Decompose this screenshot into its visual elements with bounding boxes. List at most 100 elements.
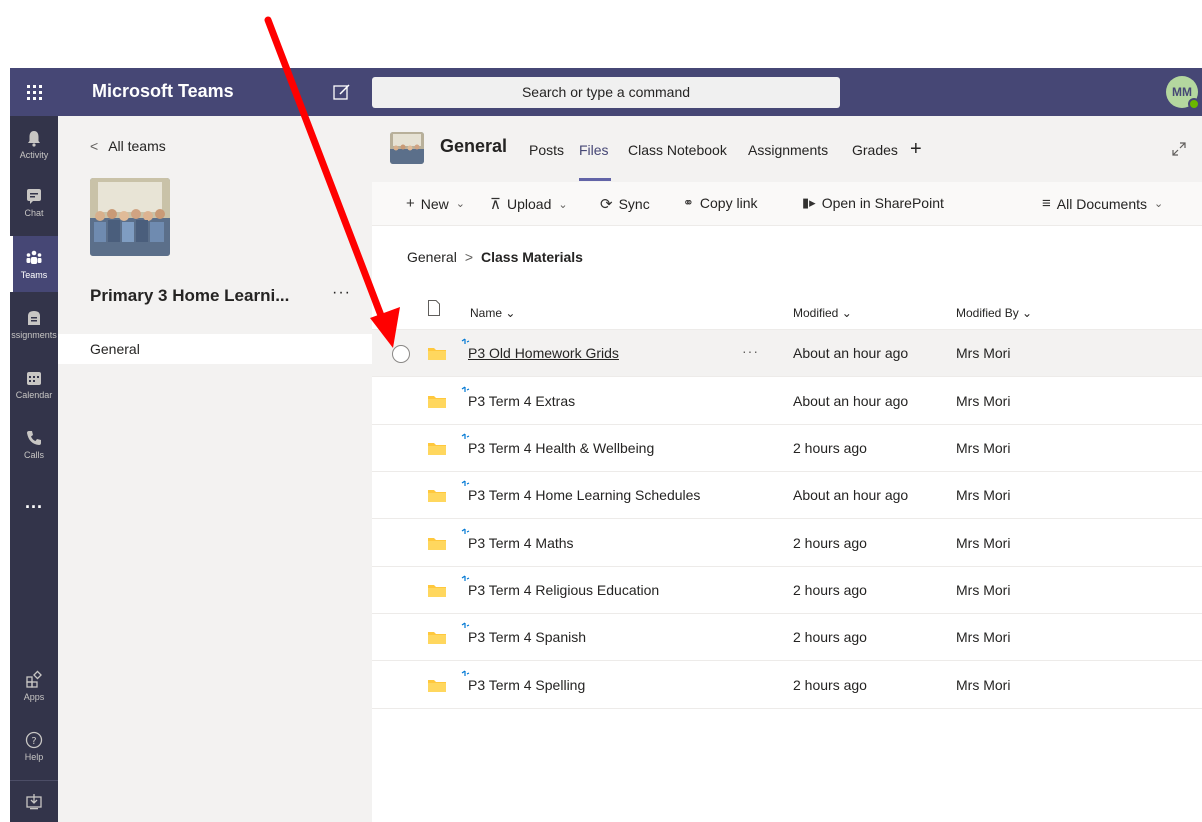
rail-label: Activity (19, 150, 49, 160)
channel-item-general[interactable]: General (58, 334, 372, 364)
assignments-icon (28, 311, 40, 325)
row-select-radio[interactable] (392, 345, 410, 363)
file-name[interactable]: P3 Term 4 Home Learning Schedules (468, 487, 700, 503)
calendar-icon (27, 372, 41, 385)
copy-link-button[interactable]: ⚭ Copy link (683, 195, 758, 211)
column-modified-label: Modified (793, 306, 839, 320)
rail-item-apps[interactable]: Apps (10, 658, 58, 714)
chat-icon (27, 189, 41, 204)
modified-by: Mrs Mori (956, 440, 1011, 456)
compose-icon[interactable] (332, 82, 352, 102)
rail-item-activity[interactable]: Activity (10, 116, 58, 172)
folder-icon (428, 443, 446, 455)
rail-item-teams[interactable]: Teams (10, 236, 58, 292)
sync-icon: ⟳ (600, 196, 613, 213)
table-row[interactable]: P3 Term 4 Religious Education 2 hours ag… (372, 567, 1202, 614)
table-row[interactable]: P3 Term 4 Spanish 2 hours ago Mrs Mori (372, 614, 1202, 661)
channel-thumbnail (390, 132, 424, 164)
rail-item-calendar[interactable]: Calendar (10, 356, 58, 412)
rail-label: Teams (20, 270, 48, 280)
file-name[interactable]: P3 Term 4 Religious Education (468, 582, 659, 598)
list-view-icon: ≡ (1042, 195, 1051, 212)
column-modified-by[interactable]: Modified By ⌄ (956, 306, 1032, 320)
folder-icon (428, 680, 446, 692)
new-button[interactable]: + New ⌄ (406, 195, 465, 212)
new-label: New (420, 195, 449, 212)
teams-icon (26, 250, 42, 264)
tab-files[interactable]: Files (579, 142, 609, 158)
chevron-left-icon: < (90, 138, 99, 154)
chevron-down-icon: ⌄ (841, 306, 852, 320)
team-more-options-button[interactable]: ··· (332, 284, 351, 302)
rail-item-help[interactable]: ? Help (10, 718, 58, 774)
copy-link-label: Copy link (699, 195, 758, 211)
modified-by: Mrs Mori (956, 345, 1011, 361)
rail-label: Apps (23, 692, 45, 702)
team-name: Primary 3 Home Learni... (90, 286, 290, 305)
breadcrumb-root[interactable]: General (407, 249, 457, 265)
download-icon (26, 793, 42, 809)
folder-icon (428, 396, 446, 408)
chevron-down-icon: ⌄ (1022, 306, 1033, 320)
sync-label: Sync (618, 196, 650, 212)
expand-icon[interactable] (1172, 142, 1186, 156)
sync-button[interactable]: ⟳ Sync (600, 195, 650, 213)
column-name[interactable]: Name ⌄ (470, 306, 515, 320)
file-name[interactable]: P3 Term 4 Spelling (468, 677, 585, 693)
tab-posts[interactable]: Posts (529, 142, 564, 158)
file-name[interactable]: P3 Term 4 Spanish (468, 629, 586, 645)
modified-time: About an hour ago (793, 345, 909, 361)
rail-item-chat[interactable]: Chat (10, 174, 58, 230)
avatar-initials: MM (1172, 85, 1192, 99)
column-name-label: Name (470, 306, 503, 320)
search-input[interactable]: Search or type a command (372, 77, 840, 108)
table-row[interactable]: P3 Term 4 Spelling 2 hours ago Mrs Mori (372, 662, 1202, 709)
avatar[interactable]: MM (1166, 76, 1200, 110)
open-in-sharepoint-button[interactable]: ▮▸ Open in SharePoint (802, 195, 944, 211)
rail-label: Calendar (15, 390, 53, 400)
table-row[interactable]: P3 Term 4 Health & Wellbeing 2 hours ago… (372, 425, 1202, 472)
modified-time: 2 hours ago (793, 677, 867, 693)
file-name[interactable]: P3 Old Homework Grids (468, 345, 619, 361)
rail-label: Help (24, 752, 44, 762)
team-panel: < All teams Primary 3 Home Learni... ··· … (58, 116, 372, 822)
rail-label: ssignments (11, 330, 57, 340)
page-margin (0, 0, 1202, 68)
tab-assignments[interactable]: Assignments (748, 142, 828, 158)
table-row[interactable]: P3 Term 4 Extras About an hour ago Mrs M… (372, 378, 1202, 425)
rail-item-download[interactable] (10, 780, 58, 822)
all-teams-label: All teams (108, 138, 166, 154)
table-row[interactable]: P3 Term 4 Home Learning Schedules About … (372, 472, 1202, 519)
file-name[interactable]: P3 Term 4 Health & Wellbeing (468, 440, 654, 456)
add-tab-button[interactable]: + (910, 138, 922, 161)
teams-window: Microsoft Teams Search or type a command… (10, 68, 1202, 822)
chevron-right-icon: > (464, 249, 473, 265)
row-more-options-button[interactable]: ··· (742, 343, 759, 359)
app-launcher-icon[interactable] (10, 68, 58, 116)
upload-label: Upload (506, 196, 552, 212)
channel-header: General Posts Files Class Notebook Assig… (372, 116, 1202, 182)
sharepoint-icon: ▮▸ (802, 195, 816, 210)
rail-item-assignments[interactable]: ssignments (10, 296, 58, 352)
tab-grades[interactable]: Grades (852, 142, 898, 158)
view-label: All Documents (1056, 195, 1148, 212)
modified-by: Mrs Mori (956, 393, 1011, 409)
file-name[interactable]: P3 Term 4 Extras (468, 393, 575, 409)
file-name[interactable]: P3 Term 4 Maths (468, 535, 574, 551)
modified-by: Mrs Mori (956, 629, 1011, 645)
table-row[interactable]: P3 Term 4 Maths 2 hours ago Mrs Mori (372, 520, 1202, 567)
column-modified[interactable]: Modified ⌄ (793, 306, 852, 320)
chevron-down-icon: ⌄ (455, 198, 465, 210)
tab-class-notebook[interactable]: Class Notebook (628, 142, 727, 158)
modified-by: Mrs Mori (956, 535, 1011, 551)
phone-icon (27, 431, 41, 445)
upload-button[interactable]: ⊼ Upload ⌄ (490, 195, 568, 213)
more-apps-button[interactable]: ... (10, 474, 58, 530)
view-selector[interactable]: ≡ All Documents ⌄ (1042, 195, 1163, 212)
rail-item-calls[interactable]: Calls (10, 416, 58, 472)
table-row[interactable]: P3 Old Homework Grids ··· About an hour … (372, 330, 1202, 377)
link-icon: ⚭ (683, 195, 694, 210)
modified-by: Mrs Mori (956, 487, 1011, 503)
all-teams-link[interactable]: < All teams (90, 138, 166, 154)
folder-icon (428, 538, 446, 550)
